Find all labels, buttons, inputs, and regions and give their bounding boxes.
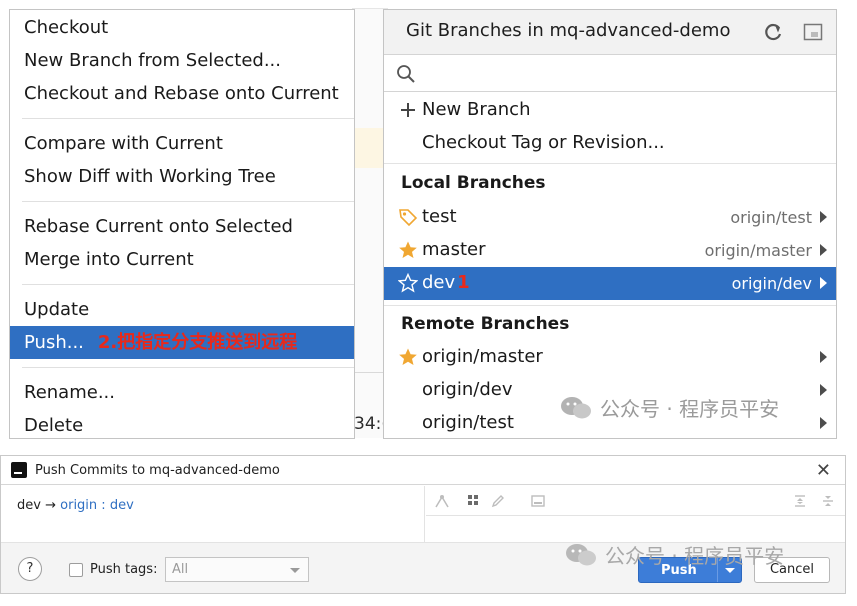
submenu-arrow-icon[interactable] [820, 351, 827, 363]
chevron-down-icon [290, 568, 300, 573]
action-checkout-tag[interactable]: Checkout Tag or Revision... [384, 127, 836, 160]
plus-icon [398, 100, 418, 120]
local-branches-header: Local Branches [401, 173, 546, 193]
menu-separator [22, 118, 354, 119]
collapse-all-icon[interactable] [820, 493, 836, 509]
arrow-right-icon: → [45, 498, 56, 513]
menu-item-compare-with-current[interactable]: Compare with Current [10, 127, 354, 160]
watermark-text: 公众号 · 程序员平安 [605, 544, 785, 568]
branch-row-test[interactable]: test origin/test [384, 201, 836, 234]
close-icon[interactable]: ✕ [816, 460, 831, 481]
section-divider [384, 305, 836, 306]
expand-all-icon[interactable] [792, 493, 808, 509]
branch-context-menu: Checkout New Branch from Selected... Che… [9, 9, 355, 439]
submenu-arrow-icon[interactable] [820, 417, 827, 429]
menu-separator [22, 201, 354, 202]
submenu-arrow-icon[interactable] [820, 277, 827, 289]
remote-branch-link[interactable]: dev [110, 498, 134, 513]
remote-branches-header: Remote Branches [401, 314, 570, 334]
branch-name: test [422, 206, 457, 227]
menu-separator [22, 284, 354, 285]
edit-icon[interactable] [490, 493, 506, 509]
remote-separator: : [101, 498, 106, 513]
branch-search [384, 54, 836, 92]
push-tags-select[interactable]: All [165, 557, 309, 582]
menu-item-checkout[interactable]: Checkout [10, 11, 354, 44]
branches-header: Git Branches in mq-advanced-demo [384, 10, 836, 54]
branch-row-origin-master[interactable]: origin/master [384, 341, 836, 374]
tracked-remote: origin/test [730, 208, 812, 227]
menu-item-update[interactable]: Update [10, 293, 354, 326]
menu-item-delete[interactable]: Delete [10, 409, 354, 442]
submenu-arrow-icon[interactable] [820, 384, 827, 396]
dialog-title: Push Commits to mq-advanced-demo [35, 463, 280, 478]
search-icon [396, 64, 416, 88]
editor-divider [352, 372, 384, 373]
wechat-icon [566, 543, 596, 565]
push-tags-label: Push tags: [90, 562, 158, 577]
wechat-icon [561, 396, 591, 418]
tracked-remote: origin/dev [731, 274, 812, 293]
group-icon[interactable] [466, 493, 482, 509]
branch-name: origin/master [422, 346, 543, 367]
push-tags-checkbox[interactable] [69, 563, 83, 577]
dialog-title-bar: Push Commits to mq-advanced-demo ✕ [1, 456, 845, 485]
remote-name-link[interactable]: origin [60, 498, 97, 513]
menu-item-rename[interactable]: Rename... [10, 376, 354, 409]
push-commits-dialog: Push Commits to mq-advanced-demo ✕ dev →… [0, 455, 846, 594]
cherry-pick-icon[interactable] [434, 493, 450, 509]
commit-toolbar [426, 486, 845, 516]
branch-name-text: dev [422, 272, 456, 293]
diff-icon[interactable] [530, 493, 546, 509]
intellij-icon [11, 462, 27, 478]
menu-item-new-branch-from-selected[interactable]: New Branch from Selected... [10, 44, 354, 77]
push-annotation: 2.把指定分支推送到远程 [97, 332, 298, 353]
watermark-text: 公众号 · 程序员平安 [600, 397, 780, 421]
tracked-remote: origin/master [704, 241, 812, 260]
branch-annotation: 1 [457, 272, 470, 293]
section-divider [384, 163, 836, 164]
branch-name: master [422, 239, 486, 260]
help-button[interactable]: ? [18, 557, 42, 581]
action-new-branch[interactable]: New Branch [384, 94, 836, 127]
menu-item-push-label: Push... [24, 332, 84, 353]
watermark: 公众号 · 程序员平安 [560, 393, 779, 422]
branch-name: dev 1 [422, 272, 470, 293]
branch-row-master[interactable]: master origin/master [384, 234, 836, 267]
branches-title: Git Branches in mq-advanced-demo [406, 20, 731, 41]
branch-search-input[interactable] [424, 61, 814, 85]
menu-item-rebase-current[interactable]: Rebase Current onto Selected [10, 210, 354, 243]
editor-highlight [352, 128, 384, 168]
settings-icon[interactable] [800, 19, 826, 45]
branch-row-dev[interactable]: dev 1 origin/dev [384, 267, 836, 300]
tag-icon [398, 207, 418, 227]
push-tags-value: All [172, 562, 189, 577]
star-icon [398, 240, 418, 260]
push-branch-tree: dev → origin : dev [1, 486, 425, 542]
action-label: New Branch [422, 99, 531, 120]
refresh-icon[interactable] [760, 19, 786, 45]
menu-item-show-diff[interactable]: Show Diff with Working Tree [10, 160, 354, 193]
star-icon [398, 347, 418, 367]
branch-name: origin/dev [422, 379, 513, 400]
action-label: Checkout Tag or Revision... [422, 132, 665, 153]
menu-item-checkout-and-rebase[interactable]: Checkout and Rebase onto Current [10, 77, 354, 110]
submenu-arrow-icon[interactable] [820, 244, 827, 256]
branch-name: origin/test [422, 412, 514, 433]
push-target-row[interactable]: dev → origin : dev [17, 498, 134, 513]
watermark: 公众号 · 程序员平安 [565, 540, 784, 569]
menu-item-push[interactable]: Push... 2.把指定分支推送到远程 [10, 326, 354, 359]
local-branch: dev [17, 498, 41, 513]
menu-item-merge-into-current[interactable]: Merge into Current [10, 243, 354, 276]
submenu-arrow-icon[interactable] [820, 211, 827, 223]
git-branches-popup: Git Branches in mq-advanced-demo New Bra… [383, 9, 837, 439]
star-outline-icon [397, 272, 419, 293]
menu-separator [22, 367, 354, 368]
